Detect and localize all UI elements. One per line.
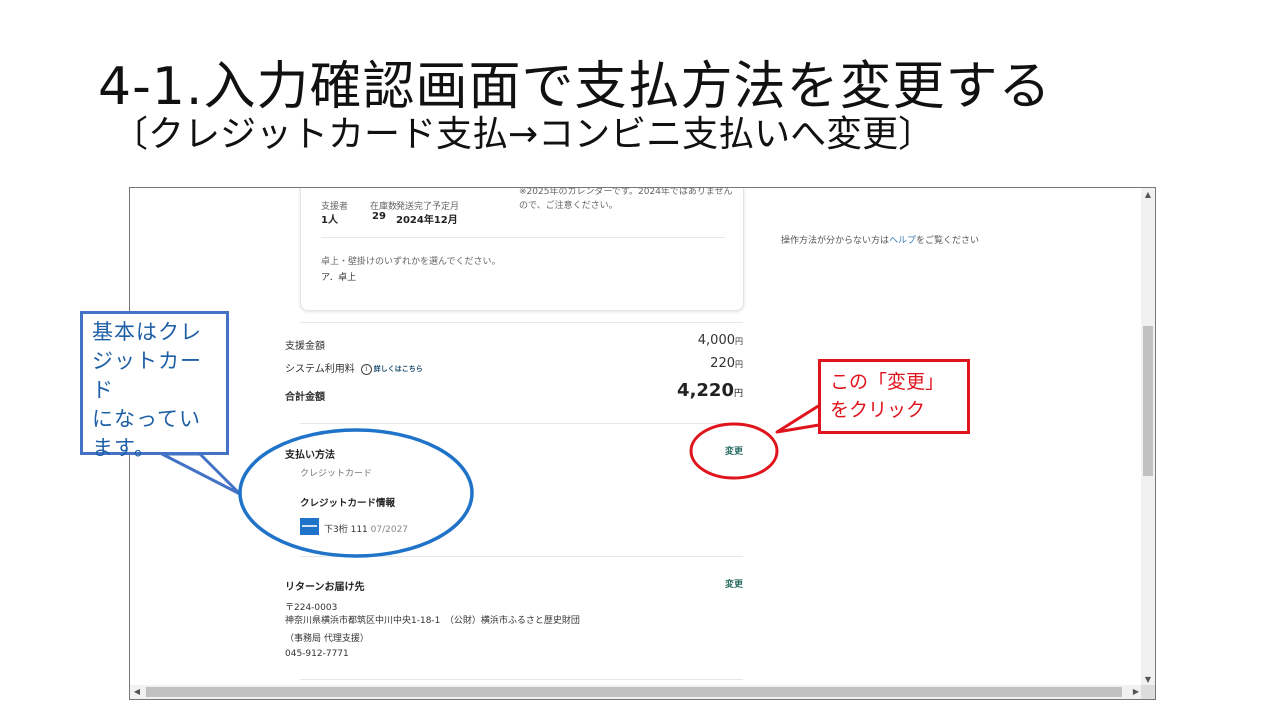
details-link[interactable]: 詳しくはこちら — [374, 365, 423, 373]
vertical-scrollbar[interactable]: ▲ ▼ — [1141, 188, 1155, 687]
return-address-label: リターンお届け先 — [285, 582, 365, 593]
system-fee-row: システム利用料 i 詳しくはこちら — [285, 360, 423, 375]
phone-number: 045-912-7771 — [285, 649, 349, 659]
help-text: 操作方法が分からない方はヘルプをご覧ください — [781, 233, 979, 246]
total-label: 合計金額 — [285, 392, 325, 403]
divider — [300, 679, 743, 680]
stock-value: 29 — [372, 211, 386, 222]
vertical-scroll-thumb[interactable] — [1143, 326, 1153, 476]
confirmation-page: 支援者 1人 在庫数 29 発送完了予定月 2024年12月 ※2025年のカレ… — [130, 188, 1143, 687]
option-answer: ア．卓上 — [321, 273, 357, 283]
total-value: 4,220 — [677, 380, 734, 401]
payment-method-label: 支払い方法 — [285, 450, 335, 461]
currency-unit: 円 — [735, 337, 743, 346]
slide-subtitle: 〔クレジットカード支払→コンビニ支払いへ変更〕 — [112, 114, 935, 155]
support-amount: 4,000円 — [698, 333, 743, 348]
click-change-callout: この「変更」 をクリック — [818, 359, 970, 434]
support-amount-value: 4,000 — [697, 333, 735, 348]
currency-unit: 円 — [733, 389, 743, 399]
card-expiry: 07/2027 — [370, 525, 409, 535]
address-change-link[interactable]: 変更 — [725, 577, 743, 590]
supporters-value: 1人 — [321, 215, 338, 226]
postal-code: 〒224-0003 — [285, 603, 338, 613]
payment-change-link[interactable]: 変更 — [725, 444, 743, 457]
currency-unit: 円 — [735, 360, 743, 369]
help-link[interactable]: ヘルプ — [889, 236, 916, 246]
ship-date-value: 2024年12月 — [396, 215, 458, 226]
system-fee: 220円 — [710, 356, 743, 371]
info-icon[interactable]: i — [360, 363, 372, 375]
callout-line: ます。 — [92, 436, 156, 460]
horizontal-scroll-thumb[interactable] — [146, 687, 1122, 697]
address-note: （事務局 代理支援） — [285, 634, 369, 644]
card-digits: 下3桁 111 — [324, 525, 368, 535]
help-suffix: をご覧ください — [916, 236, 980, 246]
slide-title: 4-1.入力確認画面で支払方法を変更する — [98, 57, 1052, 117]
callout-line: 基本はクレ — [92, 320, 202, 344]
callout-line: ジットカード — [92, 349, 202, 402]
option-question: 卓上・壁掛けのいずれかを選んでください。 — [321, 257, 501, 267]
scroll-left-icon[interactable]: ◀ — [130, 685, 144, 699]
divider — [300, 556, 743, 557]
total-amount: 4,220円 — [677, 380, 743, 401]
horizontal-scrollbar[interactable]: ◀ ▶ — [130, 685, 1143, 699]
card-info-label: クレジットカード情報 — [300, 498, 396, 509]
payment-method-value: クレジットカード — [300, 469, 373, 479]
system-fee-value: 220 — [710, 356, 735, 371]
address-line: 神奈川県横浜市都筑区中川中央1-18-1 （公財）横浜市ふるさと歴史財団 — [285, 616, 580, 626]
card-last-digits: 下3桁 111 07/2027 — [324, 522, 408, 535]
credit-card-default-callout: 基本はクレ ジットカード になってい ます。 — [80, 311, 229, 460]
amex-card-icon — [300, 518, 319, 535]
callout-line: をクリック — [830, 399, 926, 421]
help-prefix: 操作方法が分からない方は — [781, 236, 890, 246]
callout-line: この「変更」 — [830, 371, 945, 393]
support-amount-label: 支援金額 — [285, 341, 325, 352]
card-divider — [321, 237, 725, 238]
reward-card: 支援者 1人 在庫数 29 発送完了予定月 2024年12月 ※2025年のカレ… — [300, 188, 744, 311]
system-fee-label: システム利用料 — [285, 364, 355, 375]
scroll-up-icon[interactable]: ▲ — [1141, 188, 1155, 202]
callout-line: になってい — [92, 407, 201, 431]
divider — [300, 423, 743, 424]
browser-screenshot: 支援者 1人 在庫数 29 発送完了予定月 2024年12月 ※2025年のカレ… — [129, 187, 1156, 700]
divider — [300, 322, 743, 323]
scrollbar-corner — [1141, 685, 1155, 699]
calendar-note: ※2025年のカレンダーです。2024年ではありませんので、ご注意ください。 — [519, 188, 733, 211]
